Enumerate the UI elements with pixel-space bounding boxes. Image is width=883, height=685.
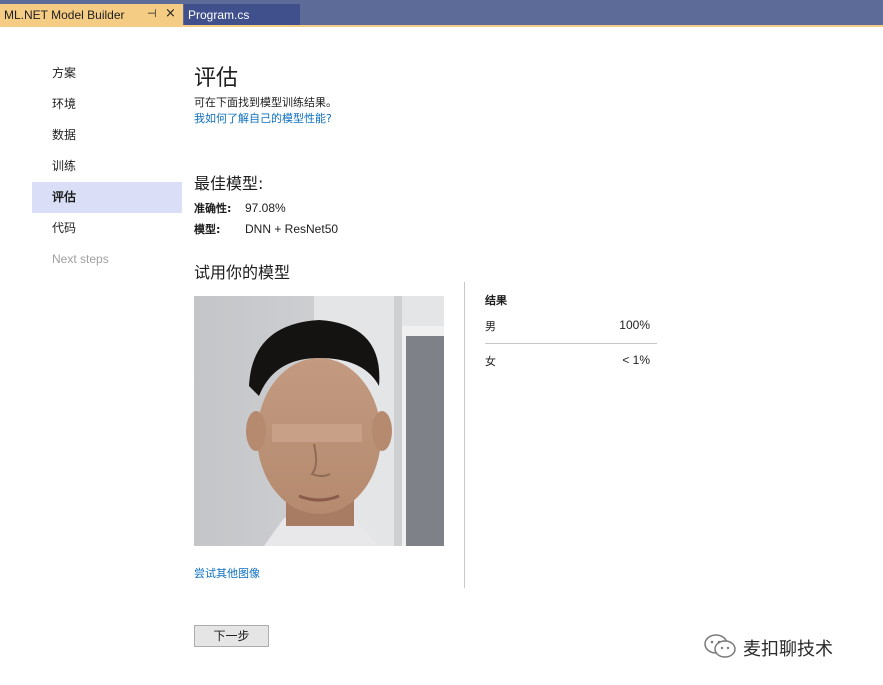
result-label: 男 bbox=[485, 320, 496, 333]
accuracy-row: 准确性: 97.08% bbox=[194, 200, 286, 216]
tab-model-builder-label: ML.NET Model Builder bbox=[4, 7, 125, 22]
watermark-text: 麦扣聊技术 bbox=[743, 639, 833, 660]
model-label: 模型: bbox=[194, 223, 221, 236]
nav-item-scenario[interactable]: 方案 bbox=[32, 58, 182, 89]
vertical-divider bbox=[464, 282, 465, 588]
result-label: 女 bbox=[485, 355, 496, 368]
try-model-heading: 试用你的模型 bbox=[194, 263, 291, 282]
result-row: 男 100% bbox=[485, 318, 650, 334]
tab-program-cs-label: Program.cs bbox=[188, 7, 250, 22]
nav-item-next-steps: Next steps bbox=[52, 252, 109, 266]
accuracy-value: 97.08% bbox=[245, 201, 286, 215]
tab-underline bbox=[0, 25, 883, 27]
page-title: 评估 bbox=[194, 66, 239, 91]
pin-icon[interactable]: ⊣ bbox=[147, 7, 157, 20]
best-model-heading: 最佳模型: bbox=[194, 174, 264, 193]
nav-item-code[interactable]: 代码 bbox=[32, 213, 182, 244]
results-title: 结果 bbox=[485, 294, 507, 307]
watermark: 麦扣聊技术 bbox=[703, 633, 833, 663]
test-image bbox=[194, 296, 444, 546]
step-navigation: 方案 环境 数据 训练 评估 代码 Next steps bbox=[32, 58, 182, 275]
close-icon[interactable]: × bbox=[165, 6, 176, 21]
nav-item-train[interactable]: 训练 bbox=[32, 151, 182, 182]
model-row: 模型: DNN + ResNet50 bbox=[194, 221, 338, 237]
results-separator bbox=[485, 343, 657, 344]
tab-program-cs[interactable]: Program.cs bbox=[184, 4, 300, 25]
wechat-icon bbox=[703, 633, 737, 663]
tab-model-builder[interactable]: ML.NET Model Builder ⊣ × bbox=[0, 4, 183, 25]
next-step-button[interactable]: 下一步 bbox=[194, 625, 269, 647]
accuracy-label: 准确性: bbox=[194, 202, 232, 215]
nav-item-data[interactable]: 数据 bbox=[32, 120, 182, 151]
result-row: 女 < 1% bbox=[485, 353, 650, 369]
nav-item-evaluate[interactable]: 评估 bbox=[32, 182, 182, 213]
nav-item-environment[interactable]: 环境 bbox=[32, 89, 182, 120]
page-subtitle: 可在下面找到模型训练结果。 bbox=[194, 96, 337, 109]
help-link[interactable]: 我如何了解自己的模型性能? bbox=[194, 110, 332, 126]
try-other-image-link[interactable]: 尝试其他图像 bbox=[194, 565, 260, 581]
result-value: < 1% bbox=[622, 353, 650, 367]
result-value: 100% bbox=[619, 318, 650, 332]
model-value: DNN + ResNet50 bbox=[245, 222, 339, 236]
